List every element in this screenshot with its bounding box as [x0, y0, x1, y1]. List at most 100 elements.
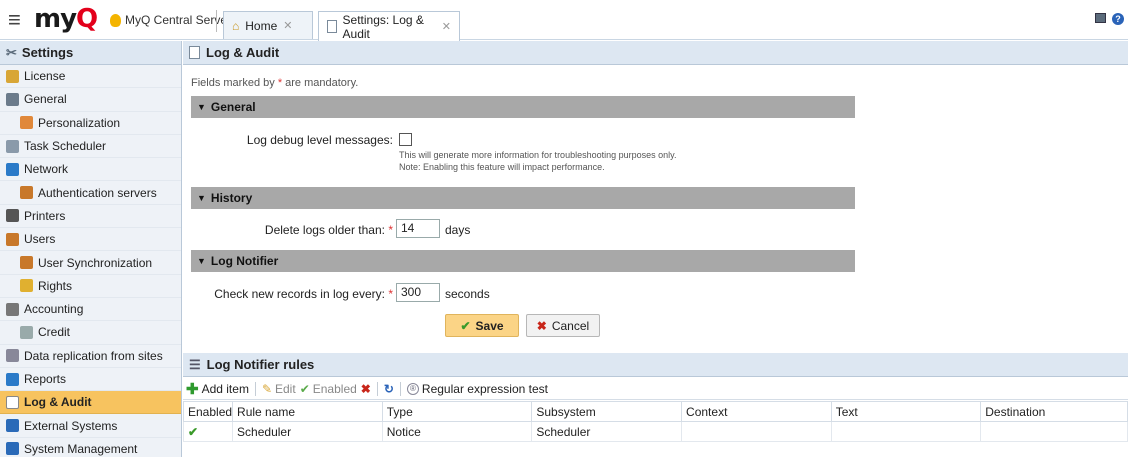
sidebar-item[interactable]: Log & Audit [0, 391, 181, 415]
column-header[interactable]: Rule name [232, 401, 383, 422]
delete-logs-label: Delete logs older than: * [264, 223, 393, 237]
page-title: Log & Audit [206, 45, 280, 60]
sidebar-item[interactable]: Network [0, 158, 181, 182]
sidebar-item-label: General [24, 92, 67, 107]
section-history-label: History [210, 191, 253, 205]
rules-panel-header: ☰ Log Notifier rules [183, 353, 1128, 377]
save-button[interactable]: ✔ Save [445, 314, 519, 337]
table-cell-subsystem: Scheduler [531, 421, 683, 442]
column-header[interactable]: Context [681, 401, 832, 422]
system-icon [6, 442, 19, 456]
check-seconds-input[interactable]: 300 [396, 283, 440, 302]
tab-home-label: Home [245, 18, 278, 33]
sidebar-item[interactable]: External Systems [0, 414, 181, 438]
sidebar-item[interactable]: Credit [0, 321, 181, 345]
pencil-icon: ✎ [261, 381, 272, 396]
collapse-triangle-icon: ▼ [197, 256, 206, 266]
section-general-label: General [210, 100, 256, 114]
cancel-x-icon: ✖ [536, 318, 547, 333]
delete-days-input[interactable]: 14 [396, 219, 440, 238]
sidebar-item[interactable]: Data replication from sites [0, 345, 181, 368]
sidebar-item[interactable]: System Management [0, 438, 181, 457]
column-header[interactable]: Enabled [182, 401, 234, 422]
home-icon: ⌂ [232, 18, 240, 33]
top-bar: ≡ myQ MyQ Central Server ⌂ Home ✕ Settin… [0, 0, 1128, 41]
sidebar-item[interactable]: Accounting [0, 298, 181, 322]
enabled-button[interactable]: ✔ Enabled [300, 382, 357, 396]
column-header[interactable]: Type [381, 401, 533, 422]
sidebar-item[interactable]: Users [0, 228, 181, 252]
section-general[interactable]: ▼ General [191, 96, 855, 118]
tools-icon [6, 92, 19, 106]
sidebar-item[interactable]: Personalization [0, 112, 181, 135]
sidebar-item-label: Rights [38, 278, 73, 293]
user-icon [6, 232, 19, 246]
sidebar-item[interactable]: General [0, 88, 181, 112]
menu-icon[interactable]: ≡ [8, 9, 21, 31]
sidebar-item-label: Task Scheduler [24, 139, 107, 154]
edit-button[interactable]: ✎ Edit [262, 382, 296, 396]
refresh-icon[interactable]: ↻ [384, 382, 394, 396]
column-header[interactable]: Destination [980, 401, 1128, 422]
checkmark-icon: ✔ [299, 381, 310, 396]
sidebar-item[interactable]: Authentication servers [0, 181, 181, 205]
sidebar-item-label: External Systems [24, 418, 118, 433]
seconds-unit: seconds [445, 287, 490, 301]
close-icon[interactable]: ✕ [283, 19, 292, 32]
document-icon [189, 46, 200, 59]
sidebar-item-label: Data replication from sites [24, 348, 163, 363]
collapse-triangle-icon: ▼ [197, 193, 206, 203]
sidebar-item[interactable]: Rights [0, 275, 181, 298]
sidebar-item-label: Printers [24, 208, 66, 223]
monitor-icon[interactable] [1095, 13, 1106, 23]
debug-label: Log debug level messages: [246, 133, 393, 147]
sidebar-item[interactable]: User Synchronization [0, 251, 181, 275]
sidebar-item-label: Authentication servers [38, 185, 157, 200]
mandatory-note: Fields marked by * are mandatory. [191, 77, 359, 89]
sidebar-item[interactable]: Printers [0, 205, 181, 229]
globe-icon [6, 162, 19, 176]
tab-home[interactable]: ⌂ Home ✕ [223, 11, 313, 39]
table-cell-text [830, 421, 982, 442]
column-header[interactable]: Text [830, 401, 982, 422]
sidebar-item[interactable]: Reports [0, 368, 181, 392]
section-log-notifier[interactable]: ▼ Log Notifier [191, 250, 855, 272]
section-log-notifier-label: Log Notifier [210, 254, 279, 268]
replication-icon [6, 349, 19, 363]
tab-settings-log-audit[interactable]: Settings: Log & Audit ✕ [318, 11, 460, 41]
cancel-button[interactable]: ✖ Cancel [526, 314, 600, 337]
days-unit: days [445, 223, 471, 237]
check-records-label: Check new records in log every: * [214, 287, 393, 301]
sidebar-header: ✂ Settings [0, 41, 181, 65]
sidebar-item[interactable]: License [0, 65, 181, 89]
tools-icon: ✂ [6, 44, 17, 60]
regex-icon: ® [406, 382, 419, 395]
table-row[interactable]: ✔ Scheduler Notice Scheduler [182, 421, 1128, 442]
sidebar-item-label: Log & Audit [24, 395, 92, 410]
list-icon: ☰ [189, 356, 201, 372]
table-cell-type: Notice [381, 421, 533, 442]
user-sync-icon [20, 256, 33, 270]
rules-title: Log Notifier rules [206, 357, 315, 372]
sidebar-item[interactable]: Task Scheduler [0, 135, 181, 159]
myq-logo: myQ [34, 4, 98, 34]
tab-settings-label: Settings: Log & Audit [342, 12, 424, 41]
column-header[interactable]: Subsystem [531, 401, 683, 422]
panel-header: Log & Audit [183, 41, 1128, 65]
user-icon [20, 186, 33, 200]
sidebar-item-label: System Management [24, 441, 138, 456]
regex-test-button[interactable]: ® Regular expression test [406, 382, 548, 396]
rules-table: Enabled Rule name Type Subsystem Context Text… [182, 401, 1128, 442]
delete-icon[interactable]: ✖ [361, 382, 371, 396]
debug-checkbox[interactable] [399, 133, 412, 146]
add-item-button[interactable]: ✚ Add item [186, 380, 249, 398]
section-history[interactable]: ▼ History [191, 187, 855, 209]
toolbar-divider [254, 381, 256, 396]
help-icon[interactable]: ? [1112, 13, 1124, 25]
accounting-icon [6, 302, 19, 316]
license-icon [6, 69, 19, 83]
table-cell-enabled: ✔ [182, 421, 234, 442]
sidebar-item-label: Reports [24, 372, 67, 386]
document-icon [327, 20, 337, 33]
close-icon[interactable]: ✕ [442, 20, 451, 33]
